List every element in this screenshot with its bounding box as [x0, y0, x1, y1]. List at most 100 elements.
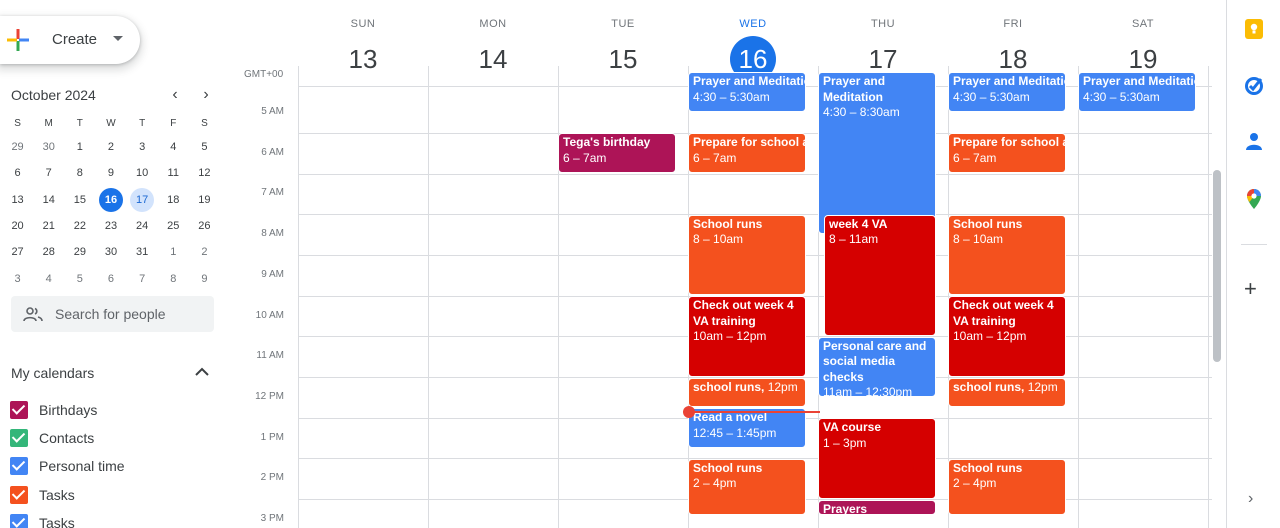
chevron-right-icon[interactable]: › — [196, 86, 216, 106]
mini-day[interactable]: 5 — [64, 267, 95, 291]
mini-day[interactable]: 3 — [127, 135, 158, 159]
mini-day[interactable]: 29 — [64, 240, 95, 264]
event-title: Prepare for school a — [953, 135, 1066, 150]
mini-day[interactable]: 2 — [189, 240, 220, 264]
event-sat-prayer[interactable]: Prayer and Meditatio 4:30 – 5:30am — [1078, 72, 1196, 112]
mini-day[interactable]: 22 — [64, 214, 95, 238]
mini-day[interactable]: 13 — [2, 188, 33, 212]
caret-down-icon[interactable] — [113, 36, 123, 41]
mini-day[interactable]: 4 — [33, 267, 64, 291]
day-number[interactable]: 13 — [340, 36, 386, 82]
mini-day-number: 9 — [201, 272, 208, 285]
checkbox-checked-icon[interactable] — [10, 457, 28, 475]
mini-day[interactable]: 28 — [33, 240, 64, 264]
search-people-input[interactable]: Search for people — [11, 296, 214, 332]
mini-day[interactable]: 8 — [64, 161, 95, 185]
event-fri-prepare[interactable]: Prepare for school a6 – 7am — [948, 133, 1066, 174]
mini-day[interactable]: 14 — [33, 188, 64, 212]
calendar-item[interactable]: Birthdays — [10, 400, 97, 420]
mini-day[interactable]: 10 — [127, 161, 158, 185]
event-tue-birthday[interactable]: Tega's birthday 6 – 7am — [558, 133, 676, 174]
tasks-icon[interactable] — [1243, 74, 1265, 96]
mini-day[interactable]: 16 — [95, 187, 126, 212]
calendar-item[interactable]: Personal time — [10, 456, 125, 476]
mini-day[interactable]: 7 — [33, 161, 64, 185]
maps-icon[interactable] — [1243, 188, 1265, 210]
event-title: school runs — [693, 379, 762, 394]
event-fri-schoolruns12[interactable]: school runs, 12pm — [948, 377, 1066, 408]
event-fri-school2[interactable]: School runs 2 – 4pm — [948, 458, 1066, 515]
event-wed-prayer[interactable]: Prayer and Meditation 4:30 – 5:30am — [688, 72, 806, 112]
event-fri-school[interactable]: School runs 8 – 10am — [948, 214, 1066, 296]
mini-day[interactable]: 1 — [158, 240, 189, 264]
event-title: week 4 VA — [829, 216, 888, 231]
mini-day[interactable]: 31 — [127, 240, 158, 264]
mini-day[interactable]: 21 — [33, 214, 64, 238]
contacts-icon[interactable] — [1243, 130, 1265, 152]
mini-day[interactable]: 6 — [2, 161, 33, 185]
event-wed-school[interactable]: School runs 8 – 10am — [688, 214, 806, 296]
day-number[interactable]: 14 — [470, 36, 516, 82]
event-time: 1 – 3pm — [823, 435, 867, 450]
mini-day[interactable]: 4 — [158, 135, 189, 159]
calendar-item[interactable]: Contacts — [10, 428, 94, 448]
event-time: 4:30 – 5:30am — [1083, 89, 1160, 104]
mini-day[interactable]: 3 — [2, 267, 33, 291]
checkbox-checked-icon[interactable] — [10, 401, 28, 419]
chevron-up-icon[interactable] — [194, 366, 210, 378]
event-thu-personal[interactable]: Personal care and social media checks 11a… — [818, 336, 936, 397]
event-title: Check out week 4 VA training — [953, 298, 1054, 328]
mini-day[interactable]: 12 — [189, 161, 220, 185]
event-wed-school2[interactable]: School runs 2 – 4pm — [688, 458, 806, 515]
checkbox-checked-icon[interactable] — [10, 429, 28, 447]
mini-day[interactable]: 6 — [95, 267, 126, 291]
mini-day[interactable]: 18 — [158, 188, 189, 212]
mini-day[interactable]: 7 — [127, 267, 158, 291]
calendar-item[interactable]: Tasks — [10, 485, 75, 505]
checkbox-checked-icon[interactable] — [10, 514, 28, 528]
event-wed-check[interactable]: Check out week 4 VA training 10am – 12pm — [688, 296, 806, 377]
chevron-left-icon[interactable]: ‹ — [165, 86, 185, 106]
day-number[interactable]: 15 — [600, 36, 646, 82]
keep-icon[interactable] — [1243, 18, 1265, 40]
event-thu-vacourse[interactable]: VA course 1 – 3pm — [818, 418, 936, 499]
mini-day[interactable]: 29 — [2, 135, 33, 159]
event-fri-check[interactable]: Check out week 4 VA training 10am – 12pm — [948, 296, 1066, 377]
mini-day[interactable]: 27 — [2, 240, 33, 264]
event-fri-prayer[interactable]: Prayer and Meditatio 4:30 – 5:30am — [948, 72, 1066, 112]
scrollbar[interactable] — [1213, 170, 1221, 362]
event-wed-schoolruns12[interactable]: school runs, 12pm — [688, 377, 806, 408]
mini-day[interactable]: 25 — [158, 214, 189, 238]
mini-day[interactable]: 2 — [95, 135, 126, 159]
checkbox-checked-icon[interactable] — [10, 486, 28, 504]
mini-day[interactable]: 26 — [189, 214, 220, 238]
expand-panel-icon[interactable]: › — [1248, 490, 1253, 508]
mini-day[interactable]: 24 — [127, 214, 158, 238]
calendar-item[interactable]: Tasks — [10, 513, 75, 528]
event-thu-prayer[interactable]: Prayer and Meditation 4:30 – 8:30am — [818, 72, 936, 235]
mini-day[interactable]: 19 — [189, 188, 220, 212]
event-thu-week4[interactable]: week 4 VA 8 – 11am — [824, 214, 936, 336]
mini-day[interactable]: 5 — [189, 135, 220, 159]
mini-day[interactable]: 30 — [95, 240, 126, 264]
hour-label: 7 AM — [261, 187, 284, 199]
mini-day[interactable]: 9 — [189, 267, 220, 291]
mini-day[interactable]: 30 — [33, 135, 64, 159]
add-addon-icon[interactable]: + — [1244, 278, 1257, 300]
mini-day[interactable]: 15 — [64, 188, 95, 212]
mini-day[interactable]: 17 — [127, 187, 158, 212]
mini-day[interactable]: 20 — [2, 214, 33, 238]
mini-day[interactable]: 9 — [95, 161, 126, 185]
event-thu-prayers[interactable]: Prayers — [818, 499, 936, 515]
mini-day-number: 30 — [42, 141, 55, 154]
mini-day-number: 3 — [139, 141, 146, 154]
calendar-item-label: Tasks — [39, 515, 75, 528]
create-button[interactable]: Create — [0, 16, 140, 64]
event-wed-prepare[interactable]: Prepare for school a6 – 7am — [688, 133, 806, 174]
mini-day[interactable]: 8 — [158, 267, 189, 291]
mini-day[interactable]: 11 — [158, 161, 189, 185]
mini-day[interactable]: 1 — [64, 135, 95, 159]
mini-day[interactable]: 23 — [95, 214, 126, 238]
event-wed-novel[interactable]: Read a novel 12:45 – 1:45pm — [688, 408, 806, 448]
event-title: Prepare for school a — [693, 135, 806, 150]
